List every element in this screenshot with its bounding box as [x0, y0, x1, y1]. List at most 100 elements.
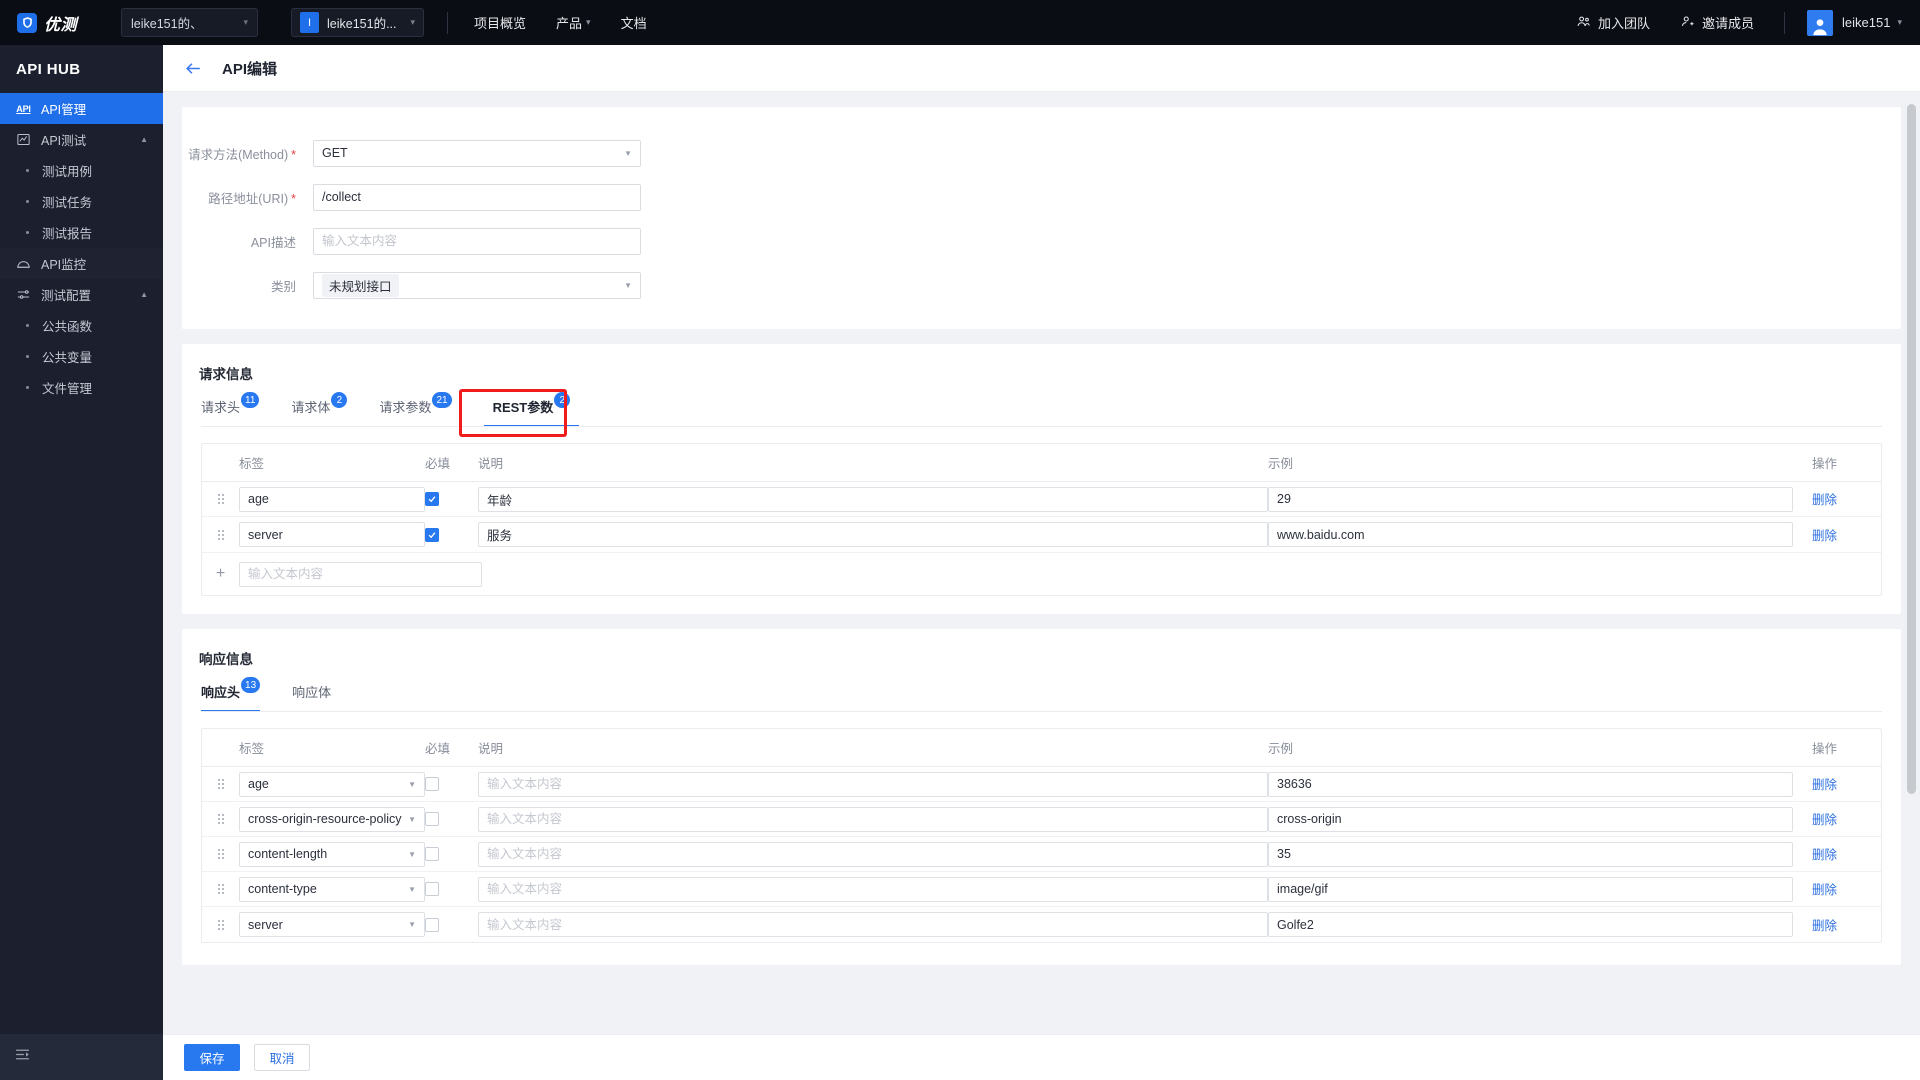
sidebar-item-api-management[interactable]: API API管理	[0, 93, 163, 124]
project-select[interactable]: leike151的、 ▾	[121, 8, 258, 37]
delete-link[interactable]: 删除	[1812, 493, 1837, 507]
drag-handle-icon[interactable]	[202, 814, 239, 824]
required-checkbox[interactable]	[425, 492, 439, 506]
table-header-row: 标签 必填 说明 示例 操作	[202, 444, 1881, 482]
sidebar-item-file-management[interactable]: 文件管理	[0, 372, 163, 403]
bullet-icon	[26, 355, 29, 358]
brand-logo[interactable]: 优测	[17, 11, 107, 35]
delete-link[interactable]: 删除	[1812, 883, 1837, 897]
sidebar-item-public-functions[interactable]: 公共函数	[0, 310, 163, 341]
tab-response-body[interactable]: 响应体	[292, 682, 331, 712]
param-description-input[interactable]	[478, 486, 1268, 512]
delete-link[interactable]: 删除	[1812, 778, 1837, 792]
required-checkbox[interactable]	[425, 917, 439, 932]
delete-link[interactable]: 删除	[1812, 919, 1837, 933]
delete-link[interactable]: 删除	[1812, 813, 1837, 827]
sidebar-item-test-cases[interactable]: 测试用例	[0, 155, 163, 186]
nav-item-overview[interactable]: 项目概览	[474, 13, 526, 32]
required-checkbox[interactable]	[425, 527, 439, 542]
chevron-down-icon[interactable]: ▾	[1897, 17, 1902, 28]
form-label-category: 类别	[182, 276, 313, 295]
cancel-button[interactable]: 取消	[254, 1044, 310, 1071]
tab-label: 请求头	[201, 400, 241, 415]
invite-member-button[interactable]: 邀请成员	[1680, 13, 1754, 32]
header-description-input[interactable]	[478, 806, 1268, 832]
tabs-divider	[201, 711, 1882, 712]
label-text: API描述	[250, 235, 296, 250]
header-example-input[interactable]	[1268, 806, 1793, 832]
header-name-select[interactable]: server ▼	[239, 912, 425, 937]
top-right-actions: 加入团队 邀请成员 leike151 ▾	[1576, 9, 1902, 36]
vertical-scrollbar[interactable]	[1907, 104, 1916, 794]
param-example-input[interactable]	[1268, 486, 1793, 512]
form-row-category: 类别 未规划接口 ▼	[182, 263, 1901, 307]
back-arrow-icon[interactable]	[183, 58, 203, 78]
param-example-input[interactable]	[1268, 522, 1793, 547]
category-select[interactable]: 未规划接口 ▼	[313, 271, 641, 299]
sidebar-item-api-monitor[interactable]: API监控	[0, 248, 163, 279]
header-example-input[interactable]	[1268, 912, 1793, 937]
header-description-input[interactable]	[478, 771, 1268, 797]
project-tab[interactable]: I leike151的... ▾	[291, 8, 424, 37]
header-example-input[interactable]	[1268, 771, 1793, 797]
delete-link[interactable]: 删除	[1812, 529, 1837, 543]
drag-handle-icon[interactable]	[202, 919, 239, 930]
drag-handle-icon[interactable]	[202, 529, 239, 540]
header-description: 说明	[478, 742, 504, 756]
table-row: 删除	[202, 482, 1881, 517]
header-name-select[interactable]: content-length ▼	[239, 841, 425, 867]
drag-handle-icon[interactable]	[202, 884, 239, 894]
sidebar-collapse-button[interactable]	[0, 1034, 163, 1080]
nav-item-docs[interactable]: 文档	[621, 13, 647, 32]
form-row-description: API描述	[182, 219, 1901, 263]
invite-member-label: 邀请成员	[1702, 16, 1755, 31]
tab-request-params[interactable]: 请求参数 21	[379, 392, 452, 427]
sidebar-item-test-tasks[interactable]: 测试任务	[0, 186, 163, 217]
sidebar-item-public-variables[interactable]: 公共变量	[0, 341, 163, 372]
sidebar-item-test-config[interactable]: 测试配置 ▲	[0, 279, 163, 310]
sidebar-item-api-test[interactable]: API测试 ▲	[0, 124, 163, 155]
required-checkbox[interactable]	[425, 777, 439, 791]
method-select[interactable]: GET ▼	[313, 139, 641, 167]
delete-link[interactable]: 删除	[1812, 848, 1837, 862]
tab-label: 请求参数	[379, 400, 432, 415]
header-description-input[interactable]	[478, 912, 1268, 937]
save-button[interactable]: 保存	[184, 1044, 240, 1071]
header-description-input[interactable]	[478, 841, 1268, 867]
avatar[interactable]	[1807, 9, 1834, 36]
header-description-input[interactable]	[478, 876, 1268, 902]
required-checkbox[interactable]	[425, 812, 439, 826]
chevron-up-icon: ▲	[140, 290, 148, 299]
required-checkbox[interactable]	[425, 847, 439, 861]
header-name-select[interactable]: age ▼	[239, 771, 425, 797]
table-row: cross-origin-resource-policy ▼ 删除	[202, 802, 1881, 837]
header-name-select[interactable]: cross-origin-resource-policy ▼	[239, 806, 425, 832]
header-example-input[interactable]	[1268, 876, 1793, 902]
drag-handle-icon[interactable]	[202, 494, 239, 504]
required-checkbox[interactable]	[425, 882, 439, 896]
join-team-label: 加入团队	[1598, 16, 1651, 31]
header-example-input[interactable]	[1268, 841, 1793, 867]
header-name-select[interactable]: content-type ▼	[239, 876, 425, 902]
drag-handle-icon[interactable]	[202, 849, 239, 859]
param-label-input[interactable]	[239, 522, 425, 547]
tab-request-headers[interactable]: 请求头 11	[201, 392, 260, 427]
join-team-button[interactable]: 加入团队	[1576, 13, 1650, 32]
tab-request-body[interactable]: 请求体 2	[291, 392, 348, 427]
drag-handle-icon[interactable]	[202, 779, 239, 789]
param-label-input[interactable]	[239, 486, 425, 512]
description-input[interactable]	[313, 227, 641, 255]
header-name-value: age	[248, 777, 269, 791]
param-description-input[interactable]	[478, 522, 1268, 547]
uri-input[interactable]	[313, 183, 641, 211]
tab-rest-params[interactable]: REST参数 2	[483, 392, 580, 427]
sidebar-item-test-reports[interactable]: 测试报告	[0, 217, 163, 248]
tab-response-headers[interactable]: 响应头 13	[201, 677, 261, 712]
plus-icon[interactable]: +	[216, 565, 225, 583]
add-param-input[interactable]	[239, 561, 482, 587]
nav-item-product[interactable]: 产品 ▾	[556, 13, 591, 32]
page-title: API编辑	[222, 60, 278, 78]
sidebar-item-label: API管理	[41, 103, 87, 117]
response-info-card: 响应信息 响应头 13 响应体 标签 必填 说明 示例 操作 age ▼ 输入文…	[182, 629, 1901, 965]
form-row-method: 请求方法(Method) * GET ▼	[182, 131, 1901, 175]
